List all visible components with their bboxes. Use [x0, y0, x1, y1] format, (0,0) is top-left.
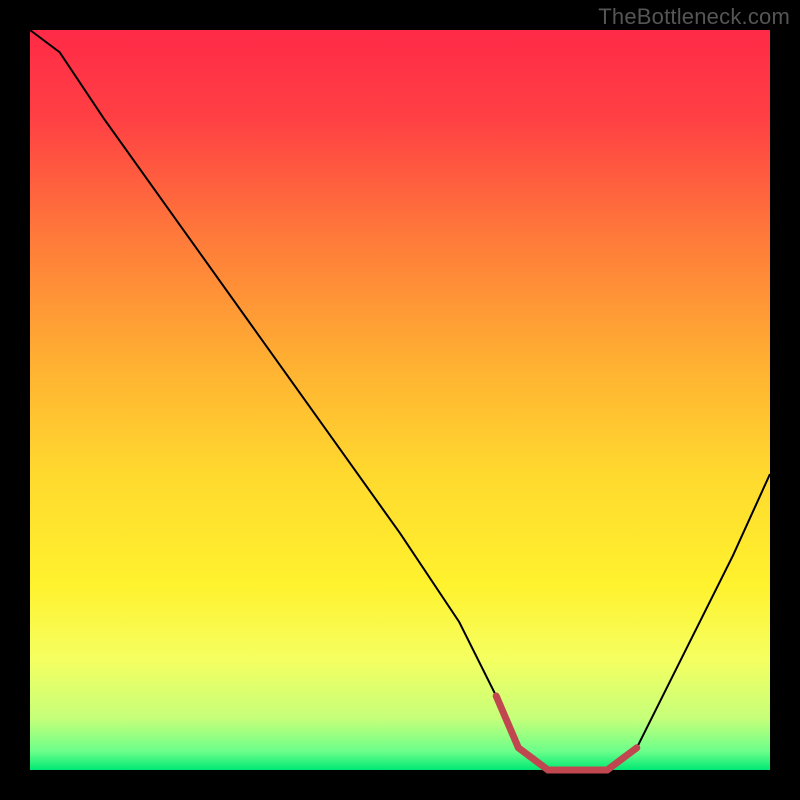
bottleneck-chart [0, 0, 800, 800]
chart-background-gradient [30, 30, 770, 770]
chart-canvas: TheBottleneck.com [0, 0, 800, 800]
